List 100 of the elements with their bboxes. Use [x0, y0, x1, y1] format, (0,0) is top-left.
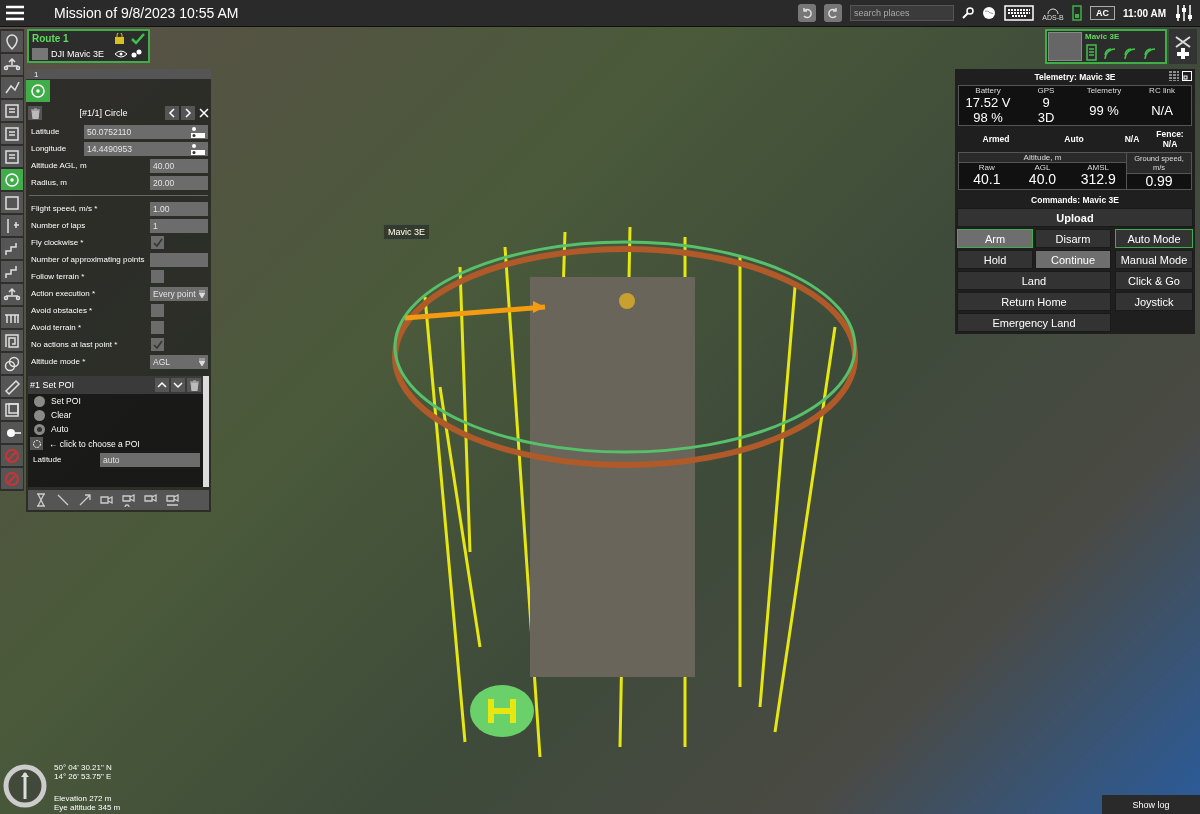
search-field[interactable]: search places	[850, 5, 954, 21]
target-button[interactable]	[30, 437, 43, 450]
tool-button[interactable]	[1, 215, 23, 236]
ground-speed-value: 0.99	[1145, 174, 1173, 189]
action-tool-icon[interactable]	[34, 493, 48, 507]
tool-button[interactable]	[1, 399, 23, 420]
next-button[interactable]	[181, 106, 195, 120]
lock-icon[interactable]	[115, 33, 124, 44]
tool-button[interactable]	[1, 353, 23, 374]
command-button[interactable]: Continue	[1035, 250, 1111, 269]
dropdown[interactable]: Every point	[150, 286, 208, 301]
altitude-label: AGL	[1034, 163, 1051, 172]
command-button[interactable]: Disarm	[1035, 229, 1111, 248]
radio-option[interactable]: Auto	[28, 422, 203, 436]
route-card[interactable]: Route 1 DJI Mavic 3E	[27, 29, 150, 63]
command-button[interactable]: Hold	[957, 250, 1033, 269]
tool-button[interactable]	[1, 261, 23, 282]
tool-button[interactable]	[1, 146, 23, 167]
move-up-button[interactable]	[155, 378, 169, 392]
field-label: Avoid terrain *	[31, 323, 83, 332]
input-field[interactable]: auto	[100, 452, 200, 467]
menu-icon[interactable]	[6, 5, 24, 21]
show-log-button[interactable]: Show log	[1102, 795, 1200, 814]
layers-tool-icon	[3, 400, 21, 419]
field-label: Number of laps	[31, 221, 87, 230]
input-field[interactable]: 40.00	[150, 158, 208, 173]
list-icon[interactable]	[1169, 71, 1179, 81]
altitude-label: Raw	[978, 163, 995, 172]
close-button[interactable]	[197, 106, 211, 120]
input-field[interactable]: 1.00	[150, 201, 208, 216]
checkbox[interactable]	[151, 338, 164, 351]
command-button[interactable]: Manual Mode	[1115, 250, 1193, 269]
action-tool-icon[interactable]	[122, 493, 136, 507]
delete-button[interactable]	[187, 378, 201, 392]
command-button[interactable]: Click & Go	[1115, 271, 1193, 290]
radar-icon	[1047, 5, 1059, 14]
tool-button[interactable]	[1, 77, 23, 98]
phone-icon[interactable]	[1072, 5, 1082, 21]
input-field[interactable]: 1	[150, 218, 208, 233]
window-icon[interactable]	[1182, 71, 1192, 81]
search-icon[interactable]	[962, 7, 974, 19]
command-button[interactable]: Return Home	[957, 292, 1111, 311]
caret-icon	[199, 289, 205, 298]
undo-button[interactable]	[798, 4, 816, 22]
tool-button[interactable]	[1, 422, 23, 443]
checkbox[interactable]	[151, 321, 164, 334]
drone-thumbnail[interactable]	[1048, 32, 1082, 61]
redo-button[interactable]	[824, 4, 842, 22]
upload-button[interactable]: Upload	[957, 208, 1193, 227]
input-field[interactable]: 14.4490953	[84, 141, 208, 156]
delete-button[interactable]	[28, 106, 42, 120]
dropdown[interactable]: AGL	[150, 354, 208, 369]
tool-button[interactable]	[1, 31, 23, 52]
input-field[interactable]: 50.0752110	[84, 124, 208, 139]
action-tool-icon[interactable]	[78, 493, 92, 507]
checkbox[interactable]	[151, 304, 164, 317]
tool-button[interactable]	[1, 54, 23, 75]
command-button[interactable]: Land	[957, 271, 1111, 290]
sliders-icon[interactable]	[1174, 4, 1194, 22]
globe-icon[interactable]	[982, 6, 996, 20]
previous-button[interactable]	[165, 106, 179, 120]
field-label: Latitude	[31, 127, 61, 136]
tool-button[interactable]	[1, 123, 23, 144]
action-tool-icon[interactable]	[166, 493, 180, 507]
coordinate-text: 14° 26' 53.75" E	[54, 772, 113, 781]
field-label: Number of approximating points	[31, 255, 146, 264]
tool-button[interactable]	[1, 238, 23, 259]
field-label: Flight speed, m/s *	[31, 204, 99, 213]
tool-button[interactable]	[1, 192, 23, 213]
eye-icon[interactable]	[115, 49, 127, 58]
tool-button[interactable]	[1, 330, 23, 351]
keyboard-icon[interactable]	[1004, 5, 1034, 21]
vehicle-card[interactable]: Mavic 3E	[1045, 29, 1167, 64]
action-tool-icon[interactable]	[56, 493, 70, 507]
compass-icon[interactable]	[2, 763, 48, 809]
radio-option[interactable]: Clear	[28, 408, 203, 422]
altitude-value: 40.1	[973, 172, 1001, 187]
tool-button[interactable]	[1, 284, 23, 305]
command-button[interactable]: Arm	[957, 229, 1033, 248]
tool-button[interactable]	[1, 307, 23, 328]
input-field[interactable]: 20.00	[150, 175, 208, 190]
field-label: Fly clockwise *	[31, 238, 85, 247]
tool-button[interactable]	[1, 100, 23, 121]
checkbox[interactable]	[151, 270, 164, 283]
radio-option[interactable]: Set POI	[28, 394, 203, 408]
segment-tab[interactable]	[26, 80, 50, 102]
satellite-map[interactable]	[0, 27, 1200, 814]
command-button[interactable]: Joystick	[1115, 292, 1193, 311]
tool-button[interactable]	[1, 376, 23, 397]
ac-button[interactable]: AC	[1090, 6, 1115, 20]
input-field[interactable]	[150, 252, 208, 267]
command-button[interactable]: Auto Mode	[1115, 229, 1193, 248]
command-button[interactable]: Emergency Land	[957, 313, 1111, 332]
action-tool-icon[interactable]	[100, 493, 114, 507]
move-down-button[interactable]	[171, 378, 185, 392]
chevron-down-icon	[173, 381, 183, 389]
checkbox[interactable]	[151, 236, 164, 249]
nofly-tool-icon	[3, 469, 21, 488]
trash-icon	[189, 379, 199, 391]
add-drone-button[interactable]	[1169, 29, 1197, 64]
